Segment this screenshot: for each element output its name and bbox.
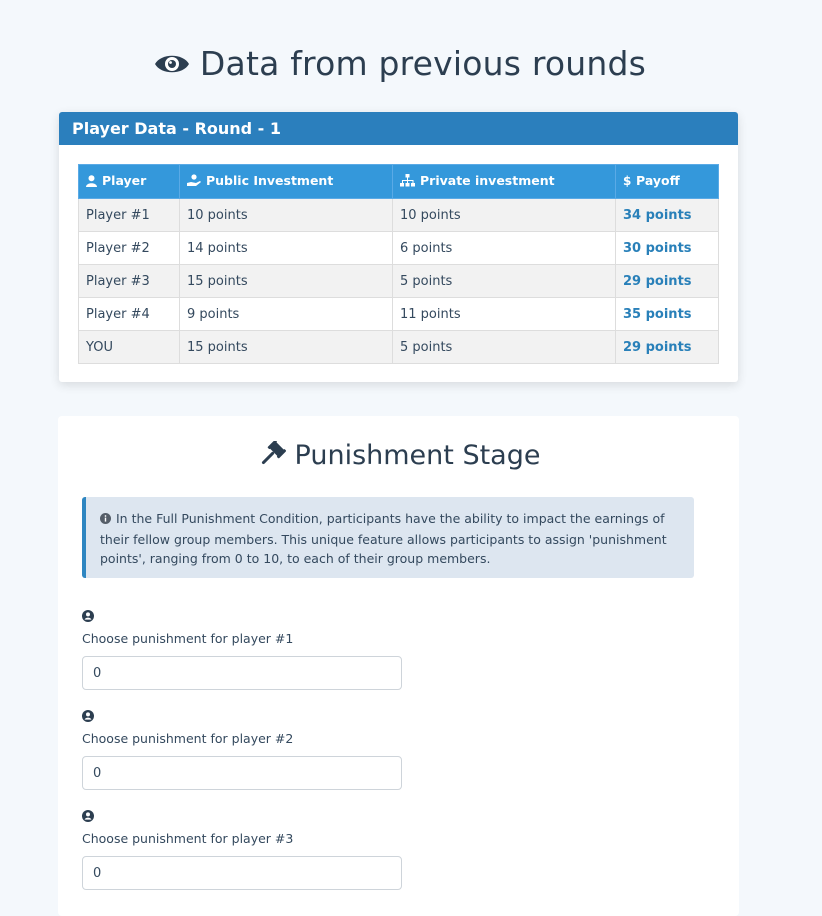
punishment-input-player-3[interactable]: [82, 856, 402, 890]
dollar-icon: $: [623, 174, 631, 190]
table-row: Player #4 9 points 11 points 35 points: [78, 297, 719, 331]
punishment-field-player-1: Choose punishment for player #1: [82, 607, 402, 690]
cell-player: Player #4: [78, 297, 180, 331]
cell-payoff: 29 points: [615, 264, 719, 298]
card-header: Player Data - Round - 1: [59, 112, 738, 145]
cell-player: Player #2: [78, 231, 180, 265]
cell-private-investment: 11 points: [392, 297, 616, 331]
punishment-title: Punishment Stage: [58, 440, 739, 471]
column-header-public-investment: Public Investment: [179, 164, 393, 199]
cell-private-investment: 5 points: [392, 330, 616, 364]
user-icon: [86, 175, 97, 190]
info-text: In the Full Punishment Condition, partic…: [100, 511, 667, 566]
info-circle-icon: [100, 510, 111, 530]
cell-public-investment: 15 points: [179, 330, 393, 364]
cell-player: Player #1: [78, 198, 180, 232]
cell-player: Player #3: [78, 264, 180, 298]
hand-holding-icon: [187, 174, 201, 190]
player-data-table: Player Public Investment Private investm…: [78, 164, 719, 364]
cell-public-investment: 15 points: [179, 264, 393, 298]
punishment-label: Choose punishment for player #2: [82, 731, 294, 746]
punishment-title-text: Punishment Stage: [294, 440, 541, 471]
eye-icon: [154, 51, 190, 77]
column-header-private-investment: Private investment: [392, 164, 616, 199]
punishment-card: Punishment Stage In the Full Punishment …: [58, 416, 739, 916]
gavel-icon: [257, 440, 287, 471]
user-circle-icon: [82, 807, 94, 826]
table-header-row: Player Public Investment Private investm…: [78, 164, 719, 199]
page-title: Data from previous rounds: [0, 44, 800, 83]
player-data-card: Player Data - Round - 1 Player Public In…: [59, 112, 738, 382]
cell-private-investment: 6 points: [392, 231, 616, 265]
table-row: YOU 15 points 5 points 29 points: [78, 330, 719, 364]
cell-private-investment: 5 points: [392, 264, 616, 298]
cell-public-investment: 14 points: [179, 231, 393, 265]
punishment-input-player-1[interactable]: [82, 656, 402, 690]
punishment-label: Choose punishment for player #3: [82, 831, 294, 846]
punishment-field-player-3: Choose punishment for player #3: [82, 807, 402, 890]
info-alert: In the Full Punishment Condition, partic…: [82, 497, 694, 578]
table-row: Player #3 15 points 5 points 29 points: [78, 264, 719, 298]
cell-payoff: 34 points: [615, 198, 719, 232]
cell-public-investment: 10 points: [179, 198, 393, 232]
punishment-input-player-2[interactable]: [82, 756, 402, 790]
cell-player: YOU: [78, 330, 180, 364]
punishment-field-player-2: Choose punishment for player #2: [82, 707, 402, 790]
page-title-text: Data from previous rounds: [199, 44, 647, 83]
column-header-payoff: $ Payoff: [615, 164, 719, 199]
cell-private-investment: 10 points: [392, 198, 616, 232]
cell-public-investment: 9 points: [179, 297, 393, 331]
cell-payoff: 35 points: [615, 297, 719, 331]
table-row: Player #1 10 points 10 points 34 points: [78, 198, 719, 232]
table-row: Player #2 14 points 6 points 30 points: [78, 231, 719, 265]
user-circle-icon: [82, 707, 94, 726]
svg-text:$: $: [623, 174, 631, 187]
cell-payoff: 30 points: [615, 231, 719, 265]
sitemap-icon: [400, 174, 415, 190]
punishment-label: Choose punishment for player #1: [82, 631, 294, 646]
user-circle-icon: [82, 607, 94, 626]
cell-payoff: 29 points: [615, 330, 719, 364]
column-header-player: Player: [78, 164, 180, 199]
